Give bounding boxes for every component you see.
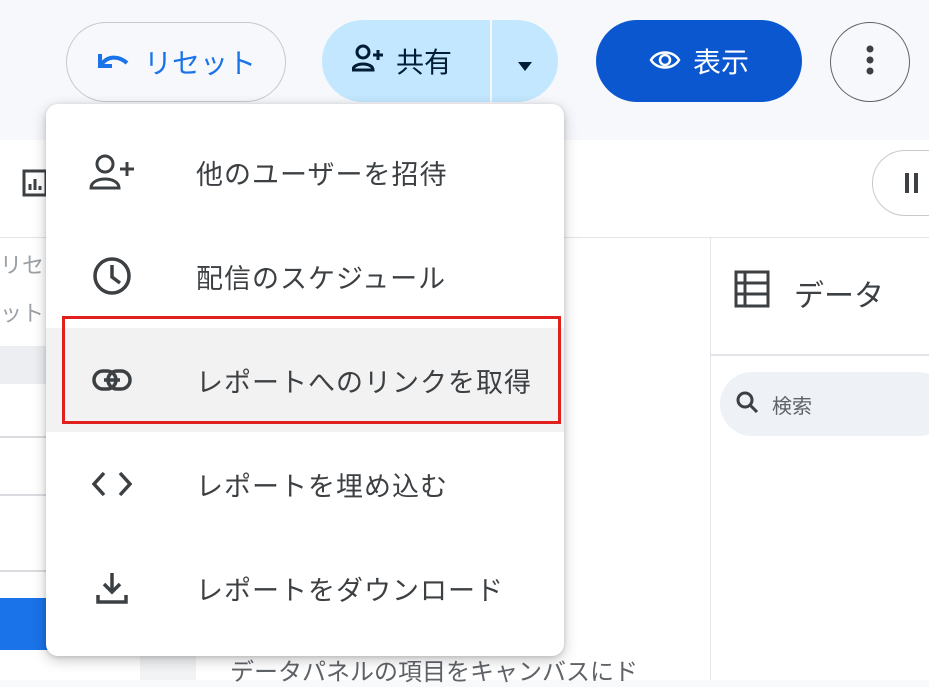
pause-icon xyxy=(905,173,919,197)
toolbar-pill-button[interactable] xyxy=(872,150,929,216)
clock-icon xyxy=(80,256,144,296)
menu-item-download-report[interactable]: レポートをダウンロード xyxy=(46,536,564,640)
person-add-icon xyxy=(351,44,384,79)
view-label: 表示 xyxy=(692,46,749,79)
canvas-hint-text: データパネルの項目をキャンバスにド xyxy=(230,658,638,686)
menu-item-invite-users[interactable]: 他のユーザーを招待 xyxy=(46,120,564,224)
share-button-group: 共有 xyxy=(322,20,558,102)
share-button[interactable]: 共有 xyxy=(322,41,490,81)
menu-item-schedule-delivery[interactable]: 配信のスケジュール xyxy=(46,224,564,328)
view-button[interactable]: 表示 xyxy=(596,20,802,102)
menu-item-label: 他のユーザーを招待 xyxy=(196,159,448,191)
search-icon xyxy=(736,391,759,418)
menu-item-embed-report[interactable]: レポートを埋め込む xyxy=(46,432,564,536)
eye-icon xyxy=(649,45,681,78)
person-add-icon xyxy=(80,154,144,190)
more-vert-icon xyxy=(866,45,874,79)
share-label: 共有 xyxy=(396,46,453,79)
properties-text-fragment: ット xyxy=(0,302,45,327)
divider xyxy=(711,354,929,356)
undo-icon xyxy=(96,46,130,79)
reset-button[interactable]: リセット xyxy=(66,22,286,102)
data-search-input[interactable]: 検索 xyxy=(720,372,929,436)
data-panel-title: データ xyxy=(794,279,884,314)
reset-label: リセット xyxy=(143,47,256,80)
menu-item-label: レポートをダウンロード xyxy=(196,575,504,607)
share-dropdown-button[interactable] xyxy=(492,45,558,78)
download-icon xyxy=(80,571,144,605)
caret-down-icon xyxy=(518,45,532,78)
menu-item-label: 配信のスケジュール xyxy=(196,263,447,295)
code-icon xyxy=(80,471,144,497)
table-icon xyxy=(734,270,770,316)
more-options-button[interactable] xyxy=(830,22,910,102)
search-placeholder: 検索 xyxy=(772,393,812,418)
properties-text-fragment: リセ xyxy=(0,254,45,279)
add-chart-icon[interactable] xyxy=(22,168,48,202)
menu-item-label: レポートを埋め込む xyxy=(196,471,448,503)
highlight-box xyxy=(62,316,561,424)
data-panel-header: データ xyxy=(734,270,884,316)
